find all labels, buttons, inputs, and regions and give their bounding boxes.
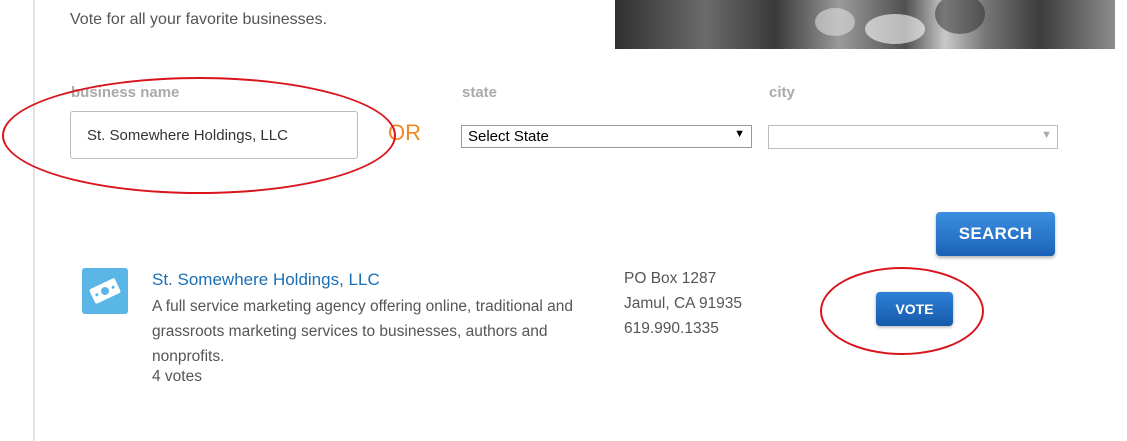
state-select[interactable]: Select State ▼ (461, 125, 752, 148)
vote-count: 4 votes (152, 368, 202, 385)
dropdown-arrow-icon: ▼ (1041, 129, 1052, 141)
city-select[interactable]: ▼ (768, 125, 1058, 149)
left-border (33, 0, 35, 441)
business-description: A full service marketing agency offering… (152, 298, 574, 365)
intro-text: Vote for all your favorite businesses. (70, 11, 328, 28)
state-label: state (462, 84, 498, 101)
state-select-value: Select State (468, 128, 549, 145)
search-button[interactable]: SEARCH (936, 212, 1055, 256)
dropdown-arrow-icon: ▼ (734, 128, 745, 140)
annotation-circle-vote (820, 267, 984, 355)
business-name-link[interactable]: St. Somewhere Holdings, LLC (152, 270, 380, 290)
annotation-circle-business-name (2, 77, 396, 194)
hero-photo (615, 0, 1115, 49)
ticket-icon (82, 268, 128, 314)
address-line-1: PO Box 1287 (624, 270, 717, 287)
city-label: city (769, 84, 795, 101)
phone-number: 619.990.1335 (624, 320, 719, 337)
address-line-2: Jamul, CA 91935 (624, 295, 743, 312)
